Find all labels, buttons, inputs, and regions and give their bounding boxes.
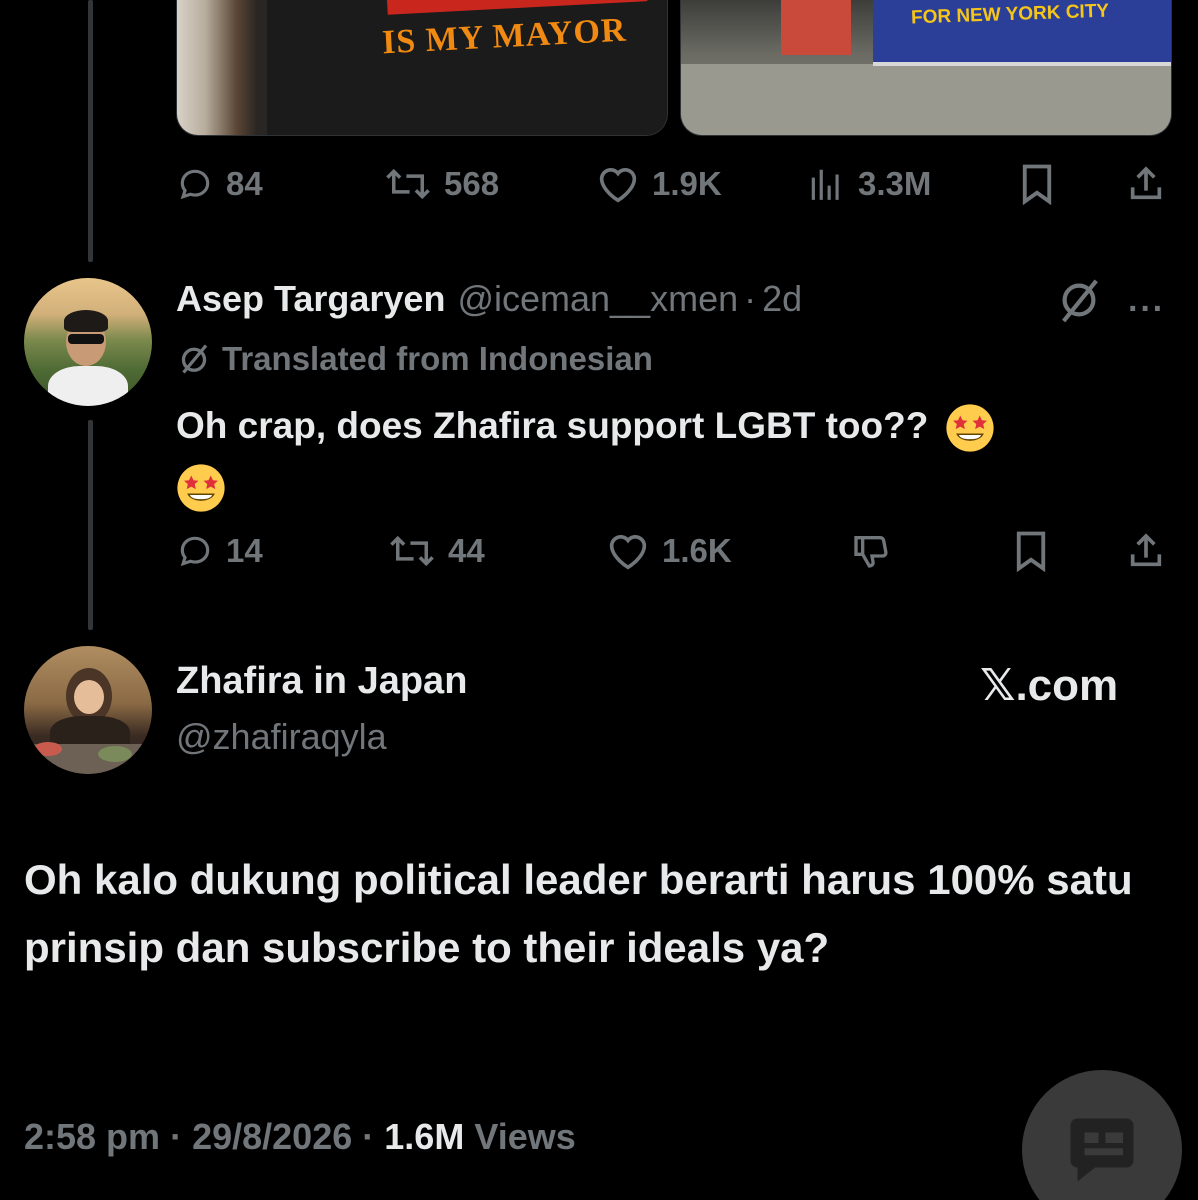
reply-handle[interactable]: @iceman__xmen <box>457 278 738 320</box>
avatar-face <box>74 680 104 714</box>
reply-repost-count: 44 <box>448 532 485 569</box>
translated-text: Translated from Indonesian <box>222 340 653 377</box>
reply-timestamp[interactable]: 2d <box>762 278 802 320</box>
share-button[interactable] <box>1126 159 1166 209</box>
author-handle[interactable]: @zhafiraqyla <box>176 716 387 758</box>
avatar-zhafira[interactable] <box>24 646 152 774</box>
repost-count: 568 <box>444 165 500 202</box>
reply-icon <box>180 169 210 200</box>
reply-text: Oh crap, does Zhafira support LGBT too?? <box>176 405 929 446</box>
translated-label[interactable]: Translated from Indonesian <box>176 340 653 378</box>
x-watermark: 𝕏.com <box>980 661 1119 710</box>
sidewalk-graphic <box>681 64 1171 135</box>
separator-dot: · <box>744 278 757 319</box>
star-struck-emoji-icon-2 <box>177 464 225 512</box>
tweet-time[interactable]: 2:58 pm <box>24 1116 160 1157</box>
separator-dot: · <box>362 1116 375 1157</box>
avatar-food <box>34 742 62 756</box>
bookmark-icon <box>1022 164 1052 205</box>
reply-count: 84 <box>226 165 263 202</box>
chat-fab-button[interactable] <box>1022 1070 1182 1200</box>
reply-icon <box>180 536 210 567</box>
more-button[interactable]: ··· <box>1128 290 1165 329</box>
reply-like-count: 1.6K <box>662 532 732 569</box>
tweet-date[interactable]: 29/8/2026 <box>192 1116 352 1157</box>
repost-button[interactable]: 568 <box>384 159 499 209</box>
dislike-icon <box>854 536 888 568</box>
like-count: 1.9K <box>652 165 722 202</box>
avatar-hair <box>64 310 108 332</box>
reply-repost-button[interactable]: 44 <box>388 526 485 576</box>
author-display-name[interactable]: Zhafira in Japan <box>176 660 467 703</box>
translate-icon <box>181 344 208 374</box>
grok-button[interactable] <box>1056 274 1102 331</box>
views-count: 3.3M <box>858 165 932 202</box>
avatar-sunglasses <box>68 334 104 344</box>
repost-icon <box>386 168 430 200</box>
tweet-views-count[interactable]: 1.6M <box>384 1116 464 1157</box>
media-caption-2: FOR NEW YORK CITY <box>910 0 1110 29</box>
banner-graphic: FOR NEW YORK CITY <box>873 0 1171 66</box>
reply-bookmark-button[interactable] <box>1012 526 1050 576</box>
reply-share-button[interactable] <box>1126 526 1166 576</box>
tweet-body: Oh kalo dukung political leader berarti … <box>24 856 1133 971</box>
tweet-media-image-2[interactable]: FOR NEW YORK CITY <box>680 0 1172 136</box>
thread-line-top <box>88 0 93 262</box>
reply-reply-button[interactable]: 14 <box>176 526 263 576</box>
share-icon <box>1130 166 1162 200</box>
repost-icon <box>390 535 434 567</box>
tweet-views-label: Views <box>474 1116 576 1157</box>
tweet-media-image-1[interactable]: IS MY MAYOR <box>176 0 668 136</box>
separator-dot: · <box>170 1116 183 1157</box>
bookmark-button[interactable] <box>1018 159 1056 209</box>
views-icon <box>811 169 839 200</box>
avatar-shirt <box>48 366 128 406</box>
dislike-button[interactable] <box>850 526 892 576</box>
reply-action-bar: 14 44 1.6K <box>176 526 1176 576</box>
grok-icon <box>1062 279 1098 323</box>
avatar-asep[interactable] <box>24 278 152 406</box>
reply-like-button[interactable]: 1.6K <box>606 526 732 576</box>
reply-reply-count: 14 <box>226 532 263 569</box>
chat-fab-icon <box>1070 1118 1134 1182</box>
reply-display-name[interactable]: Asep Targaryen <box>176 278 445 320</box>
views-button[interactable]: 3.3M <box>806 159 931 209</box>
tweet-metadata: 2:58 pm · 29/8/2026 · 1.6M Views <box>24 1116 576 1158</box>
thread-line-middle <box>88 420 93 630</box>
reply-button[interactable]: 84 <box>176 159 263 209</box>
poster-graphic <box>781 0 851 55</box>
bookmark-icon <box>1016 531 1046 572</box>
like-button[interactable]: 1.9K <box>596 159 722 209</box>
reply-author-line: Asep Targaryen @iceman__xmen · 2d <box>176 278 802 320</box>
like-icon <box>609 535 647 570</box>
share-icon <box>1130 533 1162 567</box>
top-tweet-action-bar: 84 568 1.9K 3.3M <box>176 159 1176 209</box>
like-icon <box>599 168 637 203</box>
reply-body: Oh crap, does Zhafira support LGBT too?? <box>176 396 1136 516</box>
avatar-dish <box>98 746 132 762</box>
star-struck-emoji-icon <box>946 404 994 452</box>
